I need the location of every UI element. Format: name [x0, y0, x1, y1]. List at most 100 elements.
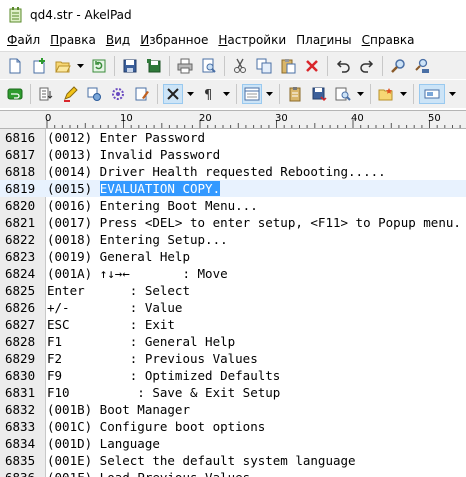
ruler-scale: 0 10 20 30 40 50 [45, 113, 461, 128]
line-text: (0018) Entering Setup... [47, 232, 228, 247]
paste-button[interactable] [278, 56, 298, 76]
editor-line[interactable]: 6829 F2 : Previous Values [0, 350, 466, 367]
line-text: F9 : Optimized Defaults [47, 368, 281, 383]
close-tab-button[interactable] [163, 84, 183, 104]
line-text: (001C) Configure boot options [47, 419, 266, 434]
title-bar: qd4.str - AkelPad [0, 0, 466, 30]
zoom-button[interactable] [333, 84, 353, 104]
edit-button[interactable] [132, 84, 152, 104]
print-preview-button[interactable] [199, 56, 219, 76]
save-session-button[interactable] [309, 84, 329, 104]
editor-line[interactable]: 6826 +/- : Value [0, 299, 466, 316]
menu-file[interactable]: Файл [2, 30, 45, 50]
editor-line[interactable]: 6823 (0019) General Help [0, 248, 466, 265]
view-mode-icon [424, 89, 440, 99]
editor-line[interactable]: 6824 (001A) ↑↓→← : Move [0, 265, 466, 282]
word-wrap-button[interactable] [5, 84, 25, 104]
line-number: 6821 [5, 215, 36, 230]
column-mode-button[interactable] [242, 84, 262, 104]
line-number: 6829 [5, 351, 36, 366]
toolbar-separator [224, 55, 225, 76]
clipboard-button[interactable] [285, 84, 305, 104]
copy-button[interactable] [254, 56, 274, 76]
editor-line[interactable]: 6820 (0016) Entering Boot Menu... [0, 197, 466, 214]
editor-line[interactable]: 6830 F9 : Optimized Defaults [0, 367, 466, 384]
view-mode-button[interactable] [419, 84, 445, 104]
clipboard-icon [289, 87, 301, 102]
editor-line[interactable]: 6828 F1 : General Help [0, 333, 466, 350]
menu-favorites[interactable]: Избранное [135, 30, 213, 50]
editor-line[interactable]: 6831 F10 : Save & Exit Setup [0, 384, 466, 401]
current-editor-line[interactable]: 6819 (0015) EVALUATION COPY. [0, 180, 466, 197]
line-number: 6817 [5, 147, 36, 162]
encoding-button[interactable] [36, 84, 56, 104]
menu-plugins[interactable]: Плагины [291, 30, 356, 50]
line-number: 6831 [5, 385, 36, 400]
menu-settings[interactable]: Настройки [213, 30, 291, 50]
save-all-button[interactable] [144, 56, 164, 76]
favorites-dropdown-icon [399, 92, 407, 96]
paste-icon [281, 58, 296, 73]
editor-line[interactable]: 6832 (001B) Boot Manager [0, 401, 466, 418]
editor-line[interactable]: 6822 (0018) Entering Setup... [0, 231, 466, 248]
toolbar-separator [279, 84, 280, 104]
print-button[interactable] [175, 56, 195, 76]
favorites-icon [378, 88, 393, 101]
settings-icon [87, 87, 101, 101]
highlight-icon [64, 86, 78, 102]
undo-icon [336, 59, 350, 73]
menu-edit[interactable]: Правка [45, 30, 101, 50]
line-text: (001E) Select the default system languag… [47, 453, 356, 468]
editor-line[interactable]: 6827 ESC : Exit [0, 316, 466, 333]
editor-line[interactable]: 6821 (0017) Press <DEL> to enter setup, <… [0, 214, 466, 231]
replace-icon [415, 58, 429, 73]
settings-button[interactable] [84, 84, 104, 104]
save-button[interactable] [120, 56, 140, 76]
favorites-dropdown-button[interactable] [397, 84, 409, 104]
encoding-icon [39, 87, 53, 101]
cut-icon [234, 58, 246, 73]
favorites-button[interactable] [376, 84, 396, 104]
line-text: (0013) Invalid Password [47, 147, 221, 162]
editor-line[interactable]: 6816 (0012) Enter Password [0, 129, 466, 146]
editor-line[interactable]: 6834 (001D) Language [0, 435, 466, 452]
view-mode-dropdown-button[interactable] [446, 84, 458, 104]
undo-button[interactable] [333, 56, 353, 76]
editor-line[interactable]: 6836 (001F) Load Previous Values [0, 469, 466, 477]
text-editor[interactable]: 6816 (0012) Enter Password 6817 (0013) Inv… [0, 129, 466, 477]
line-text-prefix: (0015) [47, 181, 100, 196]
reopen-button[interactable] [89, 56, 109, 76]
new-file-button[interactable] [5, 56, 25, 76]
find-button[interactable] [388, 56, 408, 76]
menu-help[interactable]: Справка [357, 30, 420, 50]
new-window-button[interactable] [29, 56, 49, 76]
delete-button[interactable] [302, 56, 322, 76]
new-file-icon [9, 58, 21, 73]
editor-line[interactable]: 6825 Enter : Select [0, 282, 466, 299]
redo-icon [360, 59, 374, 73]
close-dropdown-button[interactable] [184, 84, 196, 104]
open-button[interactable] [53, 56, 73, 76]
highlight-button[interactable] [60, 84, 80, 104]
ruler-label-30: 30 [275, 113, 288, 124]
line-number: 6824 [5, 266, 36, 281]
new-window-icon [33, 57, 45, 73]
editor-line[interactable]: 6817 (0013) Invalid Password [0, 146, 466, 163]
toolbar-separator [30, 84, 31, 104]
paragraph-button[interactable]: ¶ [199, 84, 219, 104]
menu-view[interactable]: Вид [101, 30, 135, 50]
editor-line[interactable]: 6833 (001C) Configure boot options [0, 418, 466, 435]
zoom-dropdown-button[interactable] [354, 84, 366, 104]
plugin-button[interactable] [108, 84, 128, 104]
selected-text[interactable]: EVALUATION COPY. [99, 181, 221, 196]
column-dropdown-button[interactable] [263, 84, 275, 104]
redo-button[interactable] [357, 56, 377, 76]
open-dropdown-button[interactable] [74, 56, 86, 76]
toolbar-separator [236, 84, 237, 104]
replace-button[interactable] [412, 56, 432, 76]
editor-line[interactable]: 6818 (0014) Driver Health requested Reboo… [0, 163, 466, 180]
paragraph-dropdown-button[interactable] [220, 84, 232, 104]
cut-button[interactable] [230, 56, 250, 76]
print-icon [177, 58, 193, 73]
editor-line[interactable]: 6835 (001E) Select the default system lan… [0, 452, 466, 469]
